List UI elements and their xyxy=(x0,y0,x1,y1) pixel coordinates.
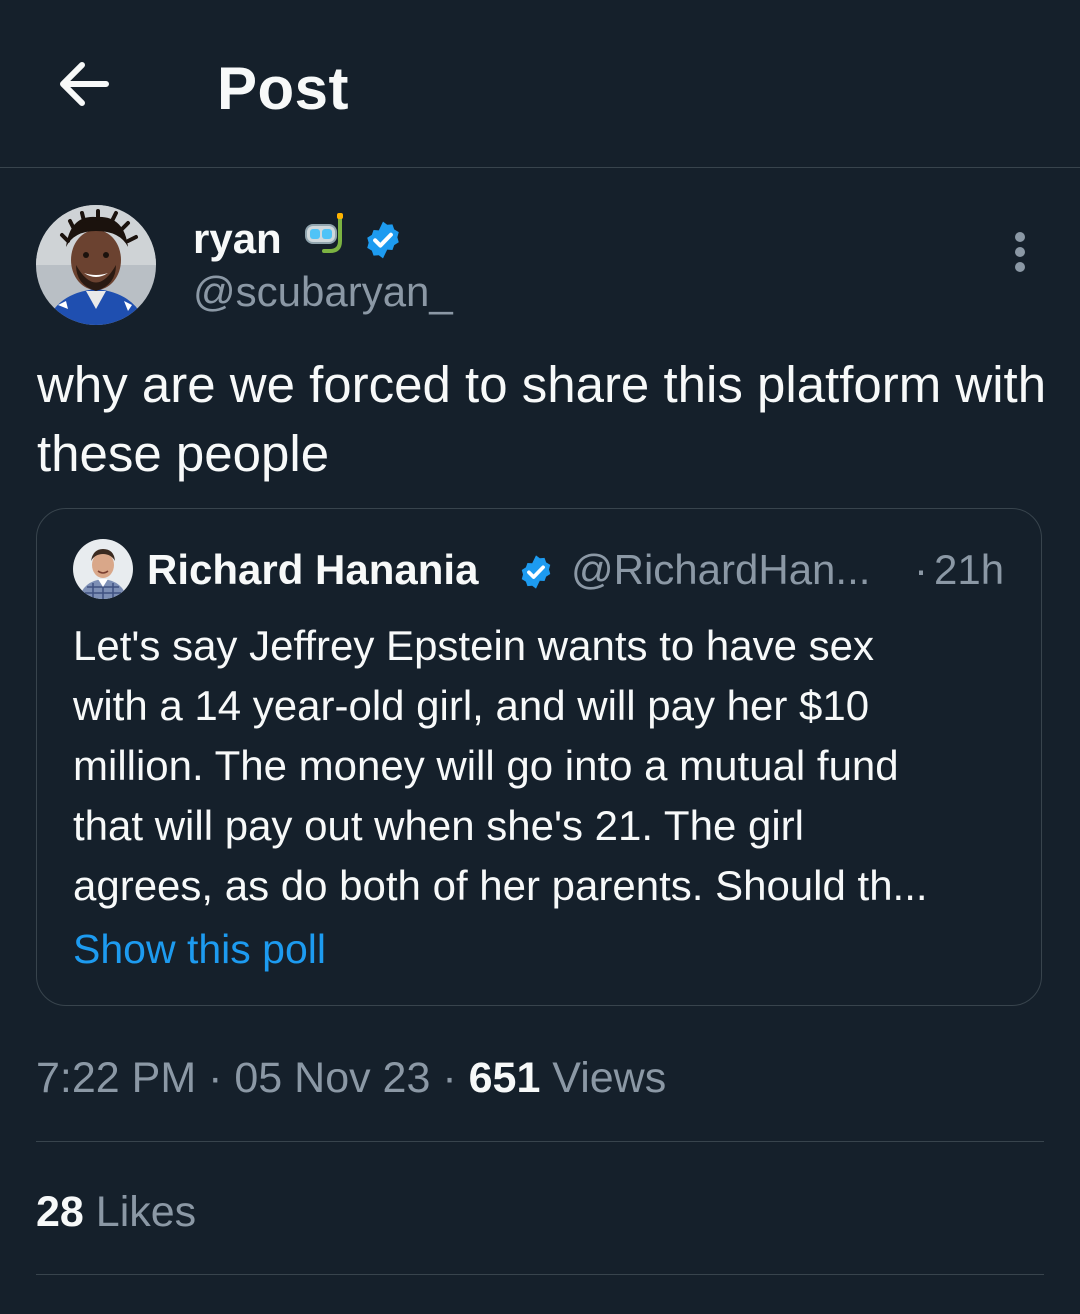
author-handle[interactable]: @scubaryan_ xyxy=(193,268,453,316)
avatar-image xyxy=(36,205,156,325)
avatar[interactable] xyxy=(36,205,156,325)
separator-dot: · xyxy=(196,1054,235,1102)
separator-dot: · xyxy=(914,546,928,593)
verified-badge-icon xyxy=(362,219,404,261)
verified-badge-icon xyxy=(517,553,555,591)
likes-link[interactable]: 28 Likes xyxy=(36,1186,196,1238)
quoted-text-line: that will pay out when she's 21. The gir… xyxy=(73,802,804,849)
views-count: 651 xyxy=(468,1054,541,1102)
page-title: Post xyxy=(217,55,350,122)
divider xyxy=(36,1274,1044,1275)
separator-dot: · xyxy=(430,1054,469,1102)
top-bar: Post xyxy=(0,0,1080,168)
arrow-left-icon xyxy=(60,62,109,106)
post-metadata: 7:22 PM · 05 Nov 23 · 651 Views xyxy=(36,1052,666,1104)
quoted-author-avatar xyxy=(73,539,133,599)
author-display-name[interactable]: ryan xyxy=(193,215,282,263)
more-options-button[interactable] xyxy=(996,228,1044,276)
post-date[interactable]: 05 Nov 23 xyxy=(234,1054,430,1102)
post-text: why are we forced to share this platform… xyxy=(37,356,1047,482)
quoted-post-text: Let's say Jeffrey Epstein wants to have … xyxy=(73,616,1023,916)
snorkel-mask-icon xyxy=(302,211,350,259)
divider xyxy=(36,1141,1044,1142)
quoted-text-line: agrees, as do both of her parents. Shoul… xyxy=(73,862,928,909)
quoted-post-card[interactable]: Richard Hanania @RichardHan... · 21h Let… xyxy=(36,508,1042,1006)
back-button[interactable] xyxy=(52,52,116,116)
views-label: Views xyxy=(540,1054,667,1102)
likes-count: 28 xyxy=(36,1188,84,1236)
likes-label: Likes xyxy=(83,1188,197,1236)
quoted-author-name: Richard Hanania xyxy=(147,546,479,593)
more-vertical-icon xyxy=(1015,232,1025,272)
show-poll-link[interactable]: Show this poll xyxy=(73,924,326,974)
quoted-text-line: million. The money will go into a mutual… xyxy=(73,742,899,789)
quoted-author-handle: @RichardHan... xyxy=(571,546,871,593)
quoted-text-line: Let's say Jeffrey Epstein wants to have … xyxy=(73,622,874,669)
quoted-text-line: with a 14 year-old girl, and will pay he… xyxy=(73,682,870,729)
quoted-post-time: 21h xyxy=(934,546,1005,593)
post-time[interactable]: 7:22 PM xyxy=(36,1054,196,1102)
